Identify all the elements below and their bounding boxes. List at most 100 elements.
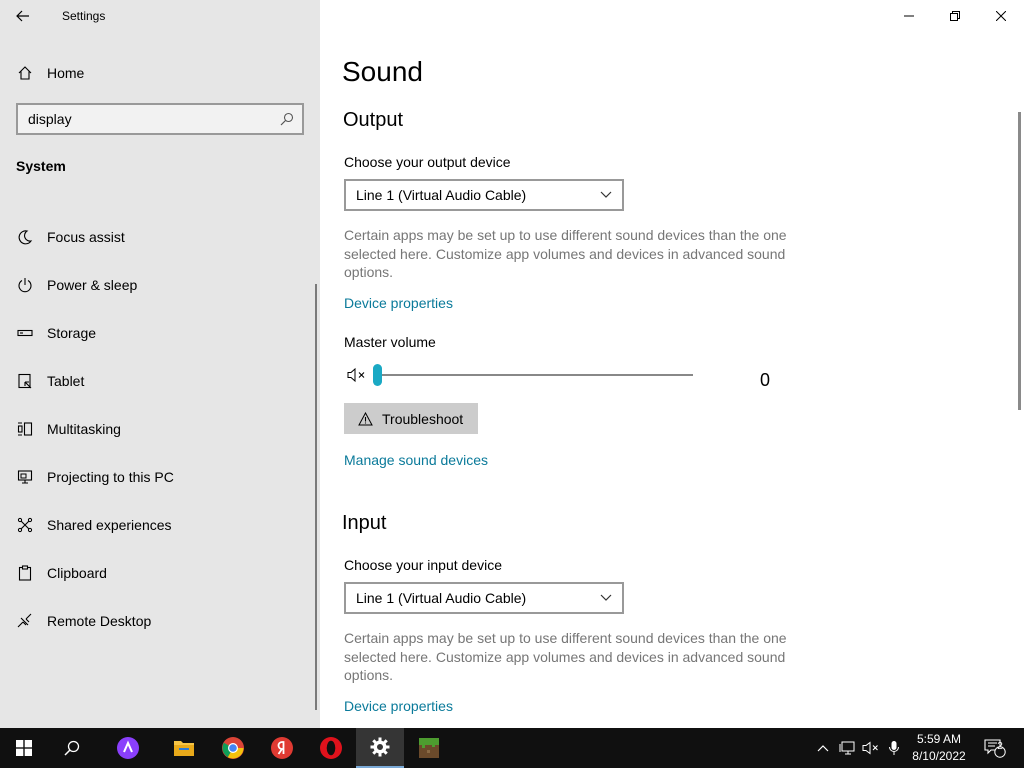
remote-desktop-icon [16, 612, 34, 630]
master-volume-value: 0 [760, 370, 771, 390]
file-explorer-button[interactable] [160, 728, 208, 768]
settings-search-input[interactable] [18, 105, 272, 133]
master-volume-label: Master volume [344, 334, 436, 350]
sidebar-nav: Focus assist Power & sleep Storage Table… [0, 213, 316, 645]
notification-count: 2 [997, 741, 1003, 752]
opera-icon [320, 737, 342, 759]
troubleshoot-button[interactable]: Troubleshoot [344, 403, 478, 434]
title-bar: Settings [0, 0, 320, 32]
show-hidden-icons-button[interactable] [812, 728, 834, 768]
action-center-button[interactable]: 2 [980, 728, 1010, 768]
close-button[interactable] [978, 0, 1024, 32]
sidebar: Settings Home System Focus assist Power … [0, 0, 320, 728]
output-description: Certain apps may be set up to use differ… [344, 227, 787, 280]
moon-icon [16, 228, 34, 246]
microphone-icon [889, 741, 899, 755]
speaker-muted-icon [862, 741, 878, 755]
settings-taskbar-button[interactable] [356, 728, 404, 768]
master-volume-track[interactable] [376, 374, 693, 376]
sidebar-item-storage[interactable]: Storage [0, 309, 316, 357]
start-button[interactable] [0, 728, 48, 768]
microphone-tray-button[interactable] [884, 728, 904, 768]
app-title: Settings [62, 9, 106, 23]
input-device-value: Line 1 (Virtual Audio Cable) [356, 590, 527, 606]
sidebar-item-tablet[interactable]: Tablet [0, 357, 316, 405]
input-heading: Input [342, 512, 387, 534]
power-icon [16, 276, 34, 294]
storage-icon [16, 324, 34, 342]
input-device-properties-link[interactable]: Device properties [344, 698, 453, 714]
yandex-browser-button[interactable] [258, 728, 306, 768]
gear-icon [370, 737, 390, 757]
clock-time: 5:59 AM [916, 732, 962, 746]
sidebar-item-label: Storage [47, 325, 97, 341]
input-device-dropdown[interactable]: Line 1 (Virtual Audio Cable) [344, 582, 624, 614]
alice-icon [117, 737, 139, 759]
chevron-down-icon [600, 191, 612, 198]
folder-icon [174, 741, 194, 756]
input-description: Certain apps may be set up to use differ… [344, 630, 787, 683]
sidebar-item-power-sleep[interactable]: Power & sleep [0, 261, 316, 309]
sidebar-item-projecting[interactable]: Projecting to this PC [0, 453, 316, 501]
output-heading: Output [343, 109, 404, 131]
output-device-label: Choose your output device [344, 154, 511, 170]
minimize-button[interactable] [886, 0, 932, 32]
windows-logo-icon [16, 740, 32, 756]
main-scrollbar[interactable] [1018, 112, 1021, 410]
clipboard-icon [16, 564, 34, 582]
chrome-icon [222, 737, 244, 759]
sidebar-item-remote-desktop[interactable]: Remote Desktop [0, 597, 316, 645]
opera-button[interactable] [307, 728, 355, 768]
search-icon[interactable] [272, 105, 302, 133]
output-device-properties-link[interactable]: Device properties [344, 295, 453, 311]
manage-sound-devices-link[interactable]: Manage sound devices [344, 452, 488, 468]
alice-assistant-button[interactable] [104, 728, 152, 768]
input-device-label: Choose your input device [344, 557, 502, 573]
network-tray-button[interactable] [836, 728, 858, 768]
clock-date: 8/10/2022 [912, 749, 966, 763]
minimize-icon [904, 15, 914, 17]
sidebar-item-label: Tablet [47, 373, 85, 389]
sidebar-item-multitasking[interactable]: Multitasking [0, 405, 316, 453]
chevron-up-icon [817, 745, 829, 752]
close-icon [996, 11, 1006, 21]
output-device-dropdown[interactable]: Line 1 (Virtual Audio Cable) [344, 179, 624, 211]
sidebar-scrollbar[interactable] [315, 284, 317, 710]
chevron-down-icon [600, 594, 612, 601]
search-icon [64, 740, 80, 756]
sidebar-item-label: Power & sleep [47, 277, 138, 293]
sidebar-item-shared-experiences[interactable]: Shared experiences [0, 501, 316, 549]
sidebar-item-home[interactable]: Home [0, 57, 320, 89]
sidebar-item-label: Remote Desktop [47, 613, 152, 629]
chrome-button[interactable] [209, 728, 257, 768]
volume-tray-button[interactable] [860, 728, 882, 768]
troubleshoot-label: Troubleshoot [382, 410, 464, 427]
master-volume-thumb[interactable] [373, 364, 382, 386]
projecting-icon [16, 468, 34, 486]
restore-icon [950, 11, 960, 21]
taskbar-clock[interactable]: 5:59 AM 8/10/2022 [906, 731, 972, 765]
taskbar-search-button[interactable] [48, 728, 96, 768]
shared-experiences-icon [16, 516, 34, 534]
page-title: Sound [342, 56, 423, 87]
tablet-icon [16, 372, 34, 390]
back-button[interactable] [0, 0, 46, 32]
sidebar-item-label: Multitasking [47, 421, 121, 437]
sidebar-item-focus-assist[interactable]: Focus assist [0, 213, 316, 261]
back-arrow-icon [16, 10, 29, 22]
minecraft-button[interactable] [405, 728, 453, 768]
sidebar-item-clipboard[interactable]: Clipboard [0, 549, 316, 597]
restore-button[interactable] [932, 0, 978, 32]
minecraft-icon [419, 738, 439, 758]
sidebar-item-label: Projecting to this PC [47, 469, 174, 485]
multitasking-icon [16, 420, 34, 438]
warning-icon [358, 411, 373, 425]
home-label: Home [47, 65, 85, 81]
sidebar-item-label: Shared experiences [47, 517, 172, 533]
settings-search-box[interactable] [16, 103, 304, 135]
speaker-muted-icon[interactable] [347, 367, 367, 383]
taskbar: 5:59 AM 8/10/2022 2 [0, 728, 1024, 768]
window-controls [886, 0, 1024, 32]
yandex-icon [271, 737, 293, 759]
sidebar-item-label: Focus assist [47, 229, 125, 245]
